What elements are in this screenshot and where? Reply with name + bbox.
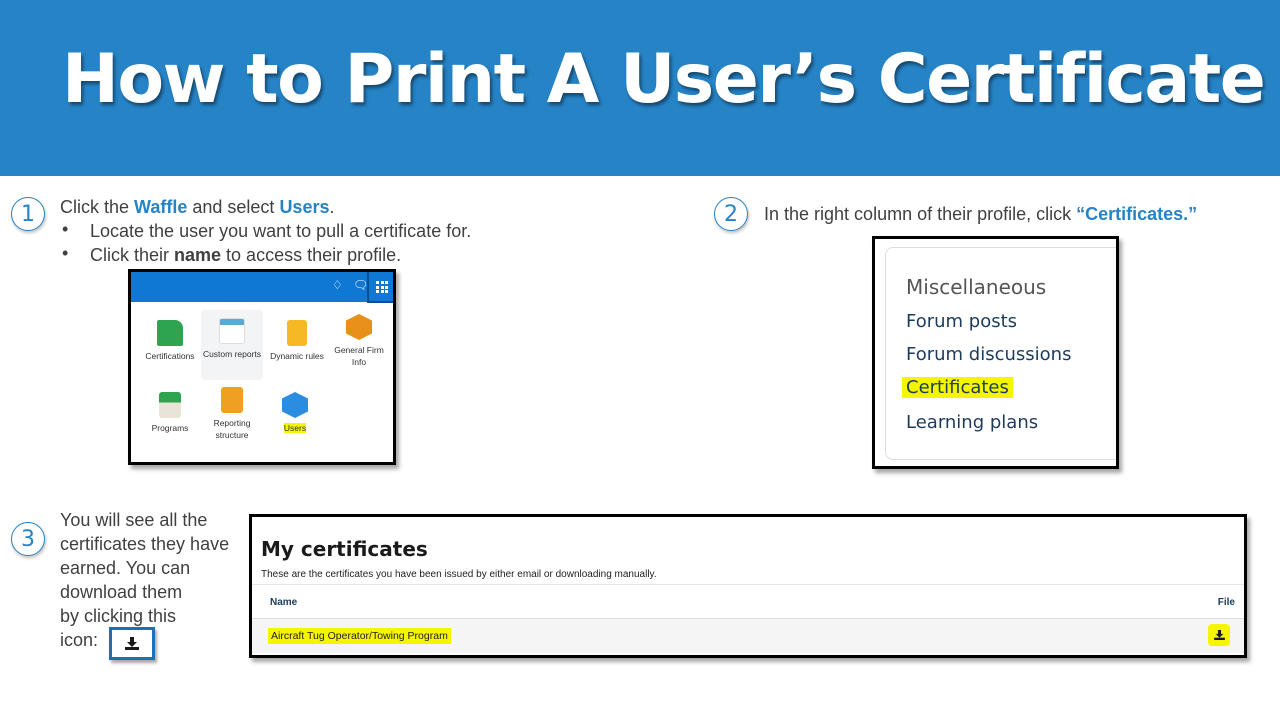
users-icon [282, 392, 308, 418]
download-button[interactable] [1208, 624, 1230, 646]
step-3-line: You will see all the [60, 510, 208, 530]
name-term: name [174, 245, 222, 265]
title-banner: How to Print A User’s Certificate [0, 0, 1280, 176]
step-3-line: download them [60, 582, 183, 602]
tile-general-firm-info[interactable]: General Firm Info [328, 314, 390, 368]
link-forum-discussions[interactable]: Forum discussions [906, 344, 1071, 365]
link-learning-plans[interactable]: Learning plans [906, 412, 1038, 433]
tile-reporting-structure[interactable]: Reporting structure [201, 387, 263, 441]
bullet-dot: • [62, 219, 69, 239]
tile-label: Certifications [145, 351, 195, 361]
certificates-term: “Certificates.” [1076, 204, 1198, 224]
dynamic-rules-icon [287, 320, 307, 346]
misc-heading: Miscellaneous [906, 275, 1047, 299]
tile-label: Custom reports [202, 349, 262, 359]
step-1-bullet-2: Click their name to access their profile… [90, 243, 401, 267]
tile-programs[interactable]: Programs [139, 392, 201, 434]
tile-custom-reports[interactable]: Custom reports [201, 310, 263, 380]
step-1-instruction: Click the Waffle and select Users. [60, 195, 335, 219]
profile-misc-screenshot: Miscellaneous Forum posts Forum discussi… [872, 236, 1119, 469]
programs-icon [159, 392, 181, 418]
text: Click their [90, 245, 175, 265]
step-3-line: certificates they have [60, 534, 230, 554]
column-name: Name [270, 597, 298, 608]
download-icon [125, 637, 139, 650]
text: In the right column of their profile, cl… [764, 204, 1077, 224]
page-title: How to Print A User’s Certificate [62, 40, 1266, 119]
step-3-badge: 3 [11, 522, 45, 556]
custom-reports-icon [219, 318, 245, 344]
bell-icon[interactable]: ♢ [332, 278, 343, 292]
tile-label: Dynamic rules [270, 351, 324, 361]
certificates-description: These are the certificates you have been… [261, 569, 657, 580]
tile-dynamic-rules[interactable]: Dynamic rules [266, 320, 328, 362]
general-firm-info-icon [346, 314, 372, 340]
app-topbar: ♢ 🗨 [131, 272, 393, 302]
certifications-icon [157, 320, 183, 346]
step-2-badge: 2 [714, 197, 748, 231]
text: Click the [60, 197, 135, 217]
certificate-name: Aircraft Tug Operator/Towing Program [268, 628, 451, 644]
link-certificates[interactable]: Certificates [902, 377, 1013, 398]
waffle-menu-screenshot: ♢ 🗨 Certifications Custom reports Dynami… [128, 269, 396, 465]
step-1-bullet-1: Locate the user you want to pull a certi… [90, 221, 472, 241]
users-term: Users [279, 197, 330, 217]
tile-label: Programs [151, 423, 189, 433]
link-forum-posts[interactable]: Forum posts [906, 311, 1017, 332]
table-row: Aircraft Tug Operator/Towing Program [252, 619, 1244, 653]
chat-icon[interactable]: 🗨 [353, 278, 368, 292]
text: and select [187, 197, 280, 217]
reporting-structure-icon [221, 387, 243, 413]
text: to access their profile. [221, 245, 402, 265]
text: . [329, 197, 335, 217]
download-icon-callout [109, 627, 155, 660]
step-2-instruction: In the right column of their profile, cl… [764, 202, 1197, 226]
step-3-line: icon: [60, 630, 99, 650]
step-3-line: earned. You can [60, 558, 191, 578]
column-file: File [1217, 597, 1235, 608]
step-3-line: by clicking this [60, 606, 177, 626]
tile-certifications[interactable]: Certifications [139, 320, 201, 362]
tile-label: Users [283, 423, 307, 433]
tile-label: General Firm Info [334, 345, 384, 367]
my-certificates-screenshot: My certificates These are the certificat… [249, 514, 1247, 658]
certificates-heading: My certificates [261, 537, 428, 561]
waffle-icon[interactable] [367, 272, 393, 303]
table-header: Name File [252, 584, 1244, 619]
tile-users[interactable]: Users [264, 392, 326, 434]
download-icon [1213, 630, 1225, 640]
bullet-dot: • [62, 243, 69, 263]
step-1-badge: 1 [11, 197, 45, 231]
tile-label: Reporting structure [213, 418, 251, 440]
waffle-term: Waffle [134, 197, 188, 217]
